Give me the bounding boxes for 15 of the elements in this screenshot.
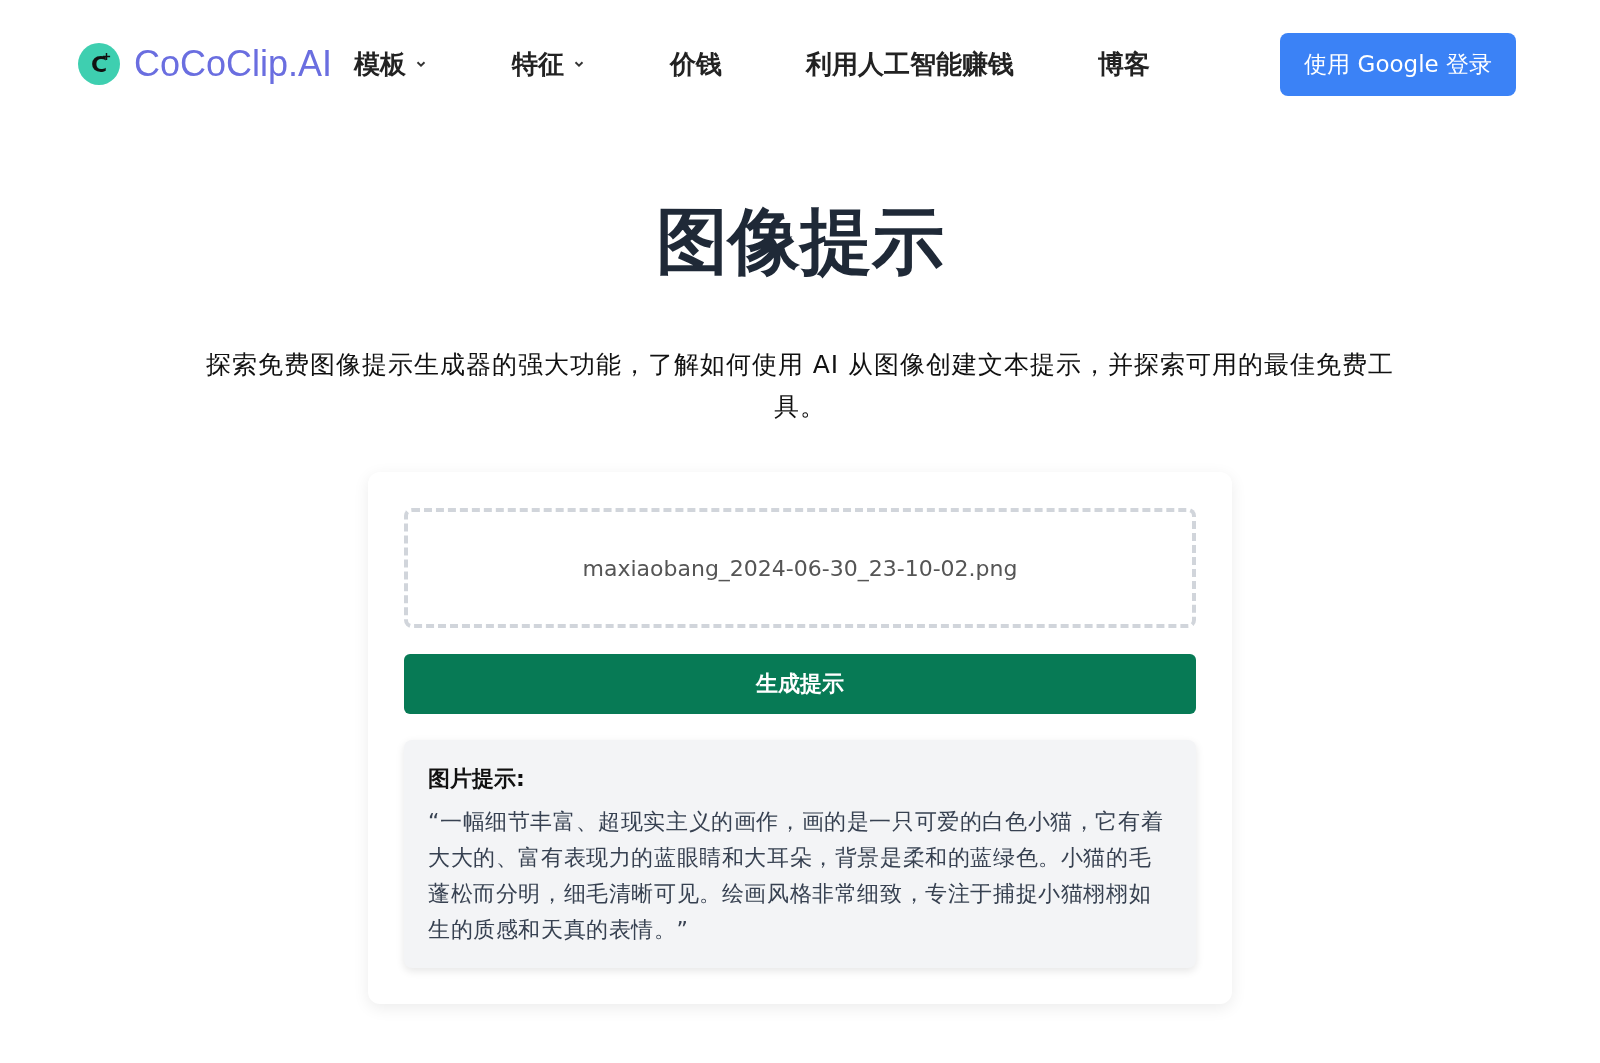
file-drop-zone[interactable]: maxiaobang_2024-06-30_23-10-02.png [404,508,1196,629]
google-login-button[interactable]: 使用 Google 登录 [1280,32,1516,96]
file-name: maxiaobang_2024-06-30_23-10-02.png [582,555,1018,581]
page-description: 探索免费图像提示生成器的强大功能，了解如何使用 AI 从图像创建文本提示，并探索可用的最佳免费工具。 [205,349,1395,424]
nav-link[interactable]: 利用人工智能赚钱 [806,46,1015,82]
generate-prompt-button[interactable]: 生成提示 [404,654,1196,715]
nav-link[interactable]: 博客 [1098,46,1151,82]
page-title: 图像提示 [655,198,945,285]
nav-link[interactable]: 价钱 [670,46,723,82]
nav-link[interactable]: 特征 [512,46,587,82]
site-logo-link[interactable]: CoCoClip.AI [134,43,333,85]
nav-link[interactable]: 模板 [354,46,429,82]
result-text: “一幅细节丰富、超现实主义的画作，画的是一只可爱的白色小猫，它有着大大的、富有表现力的蓝眼睛和大耳朵，背景是柔和的蓝绿色。小猫的毛蓬松而分明，细毛清晰可见。绘画风格非常细致，专注于捕捉小猫栩栩如生的质感和天真的表情。” [428,808,1165,945]
result-heading: 图片提示: [428,765,526,794]
logo-icon[interactable]: C [78,43,120,85]
